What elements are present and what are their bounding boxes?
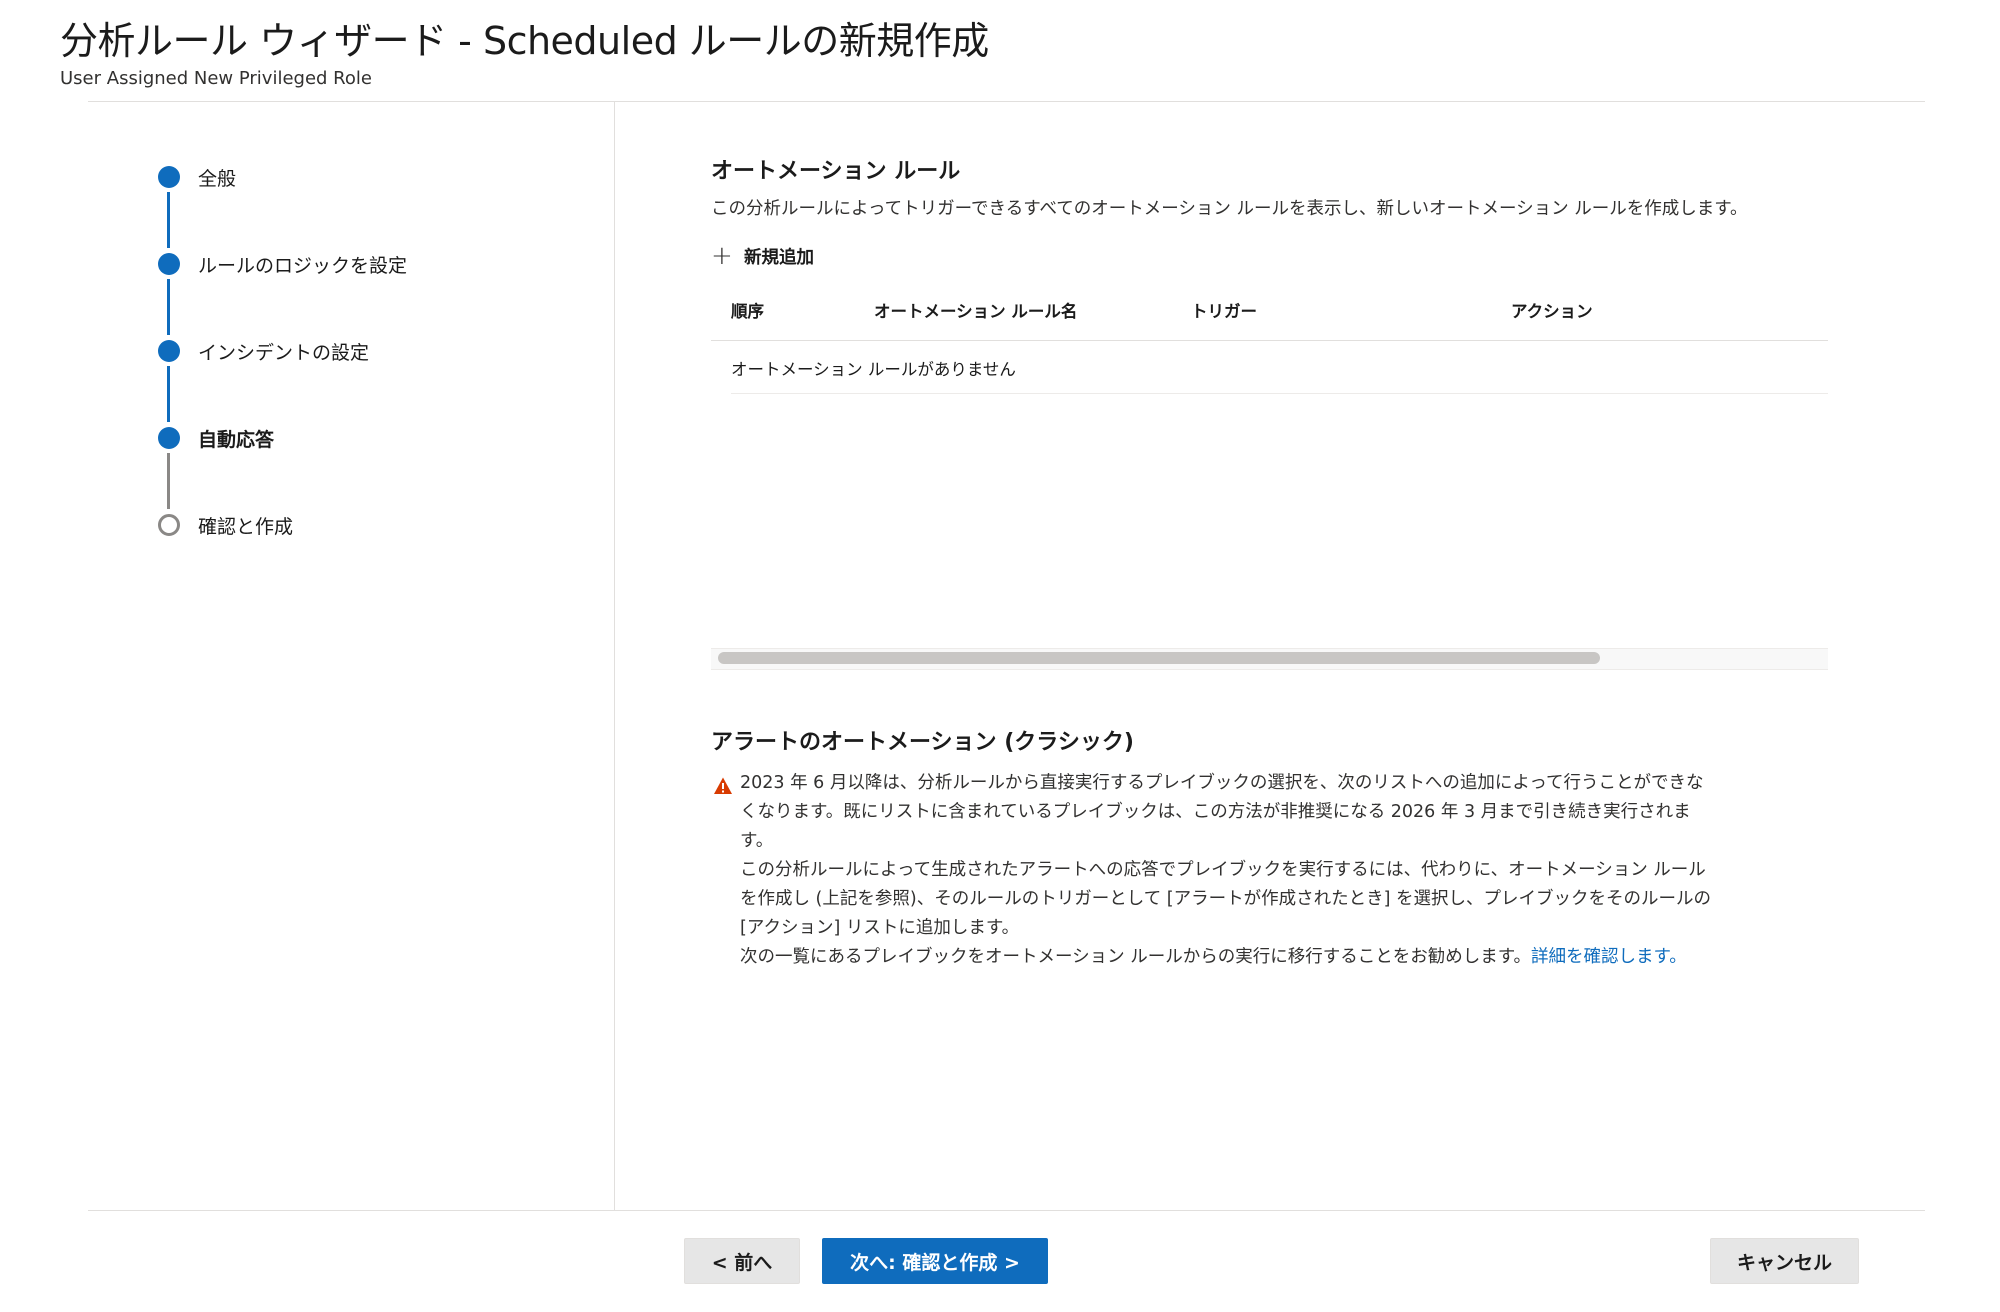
warning-paragraph-text: 次の一覧にあるプレイブックをオートメーション ルールからの実行に移行することをお… [740, 947, 1531, 967]
header-divider [88, 101, 1925, 102]
add-new-label: 新規追加 [744, 247, 814, 268]
step-incident-settings[interactable]: インシデントの設定 [198, 338, 369, 365]
step-review-create[interactable]: 確認と作成 [198, 512, 293, 539]
step-connector [167, 192, 170, 248]
warning-paragraph: 2023 年 6 月以降は、分析ルールから直接実行するプレイブックの選択を、次の… [740, 773, 1704, 851]
warning-paragraph: この分析ルールによって生成されたアラートへの応答でプレイブックを実行するには、代… [740, 860, 1711, 938]
learn-more-link[interactable]: 詳細を確認します。 [1531, 947, 1687, 967]
table-row-divider [731, 393, 1828, 394]
table-empty-message: オートメーション ルールがありません [731, 360, 1016, 379]
warning-paragraph: 次の一覧にあるプレイブックをオートメーション ルールからの実行に移行することをお… [740, 943, 1720, 972]
add-new-button[interactable]: + 新規追加 [711, 239, 814, 273]
rule-name-subtitle: User Assigned New Privileged Role [60, 68, 372, 89]
step-current-icon[interactable] [158, 427, 180, 449]
classic-automation-heading: アラートのオートメーション (クラシック) [711, 730, 1134, 755]
footer-divider [88, 1210, 1925, 1211]
sidebar-divider [614, 102, 615, 1210]
column-header-rule-name[interactable]: オートメーション ルール名 [874, 298, 1077, 322]
warning-icon [713, 776, 733, 796]
step-connector [167, 279, 170, 335]
page-title: 分析ルール ウィザード - Scheduled ルールの新規作成 [60, 19, 989, 63]
step-connector [167, 453, 170, 509]
step-connector [167, 366, 170, 422]
step-completed-icon[interactable] [158, 340, 180, 362]
previous-button[interactable]: < 前へ [684, 1238, 800, 1284]
step-pending-icon[interactable] [158, 514, 180, 536]
column-header-trigger[interactable]: トリガー [1191, 298, 1257, 322]
column-header-action[interactable]: アクション [1511, 298, 1593, 322]
step-general[interactable]: 全般 [198, 164, 236, 191]
column-header-order[interactable]: 順序 [731, 298, 764, 322]
deprecation-warning: 2023 年 6 月以降は、分析ルールから直接実行するプレイブックの選択を、次の… [740, 769, 1720, 972]
step-rule-logic[interactable]: ルールのロジックを設定 [198, 251, 407, 278]
automation-rules-description: この分析ルールによってトリガーできるすべてのオートメーション ルールを表示し、新… [711, 199, 1748, 219]
cancel-button[interactable]: キャンセル [1710, 1238, 1859, 1284]
automation-rules-heading: オートメーション ルール [711, 159, 961, 184]
scrollbar-thumb[interactable] [718, 652, 1600, 664]
step-completed-icon[interactable] [158, 166, 180, 188]
step-completed-icon[interactable] [158, 253, 180, 275]
next-review-create-button[interactable]: 次へ: 確認と作成 > [822, 1238, 1048, 1284]
step-automated-response[interactable]: 自動応答 [198, 425, 274, 452]
table-header-divider [711, 340, 1828, 341]
plus-icon: + [711, 241, 733, 271]
